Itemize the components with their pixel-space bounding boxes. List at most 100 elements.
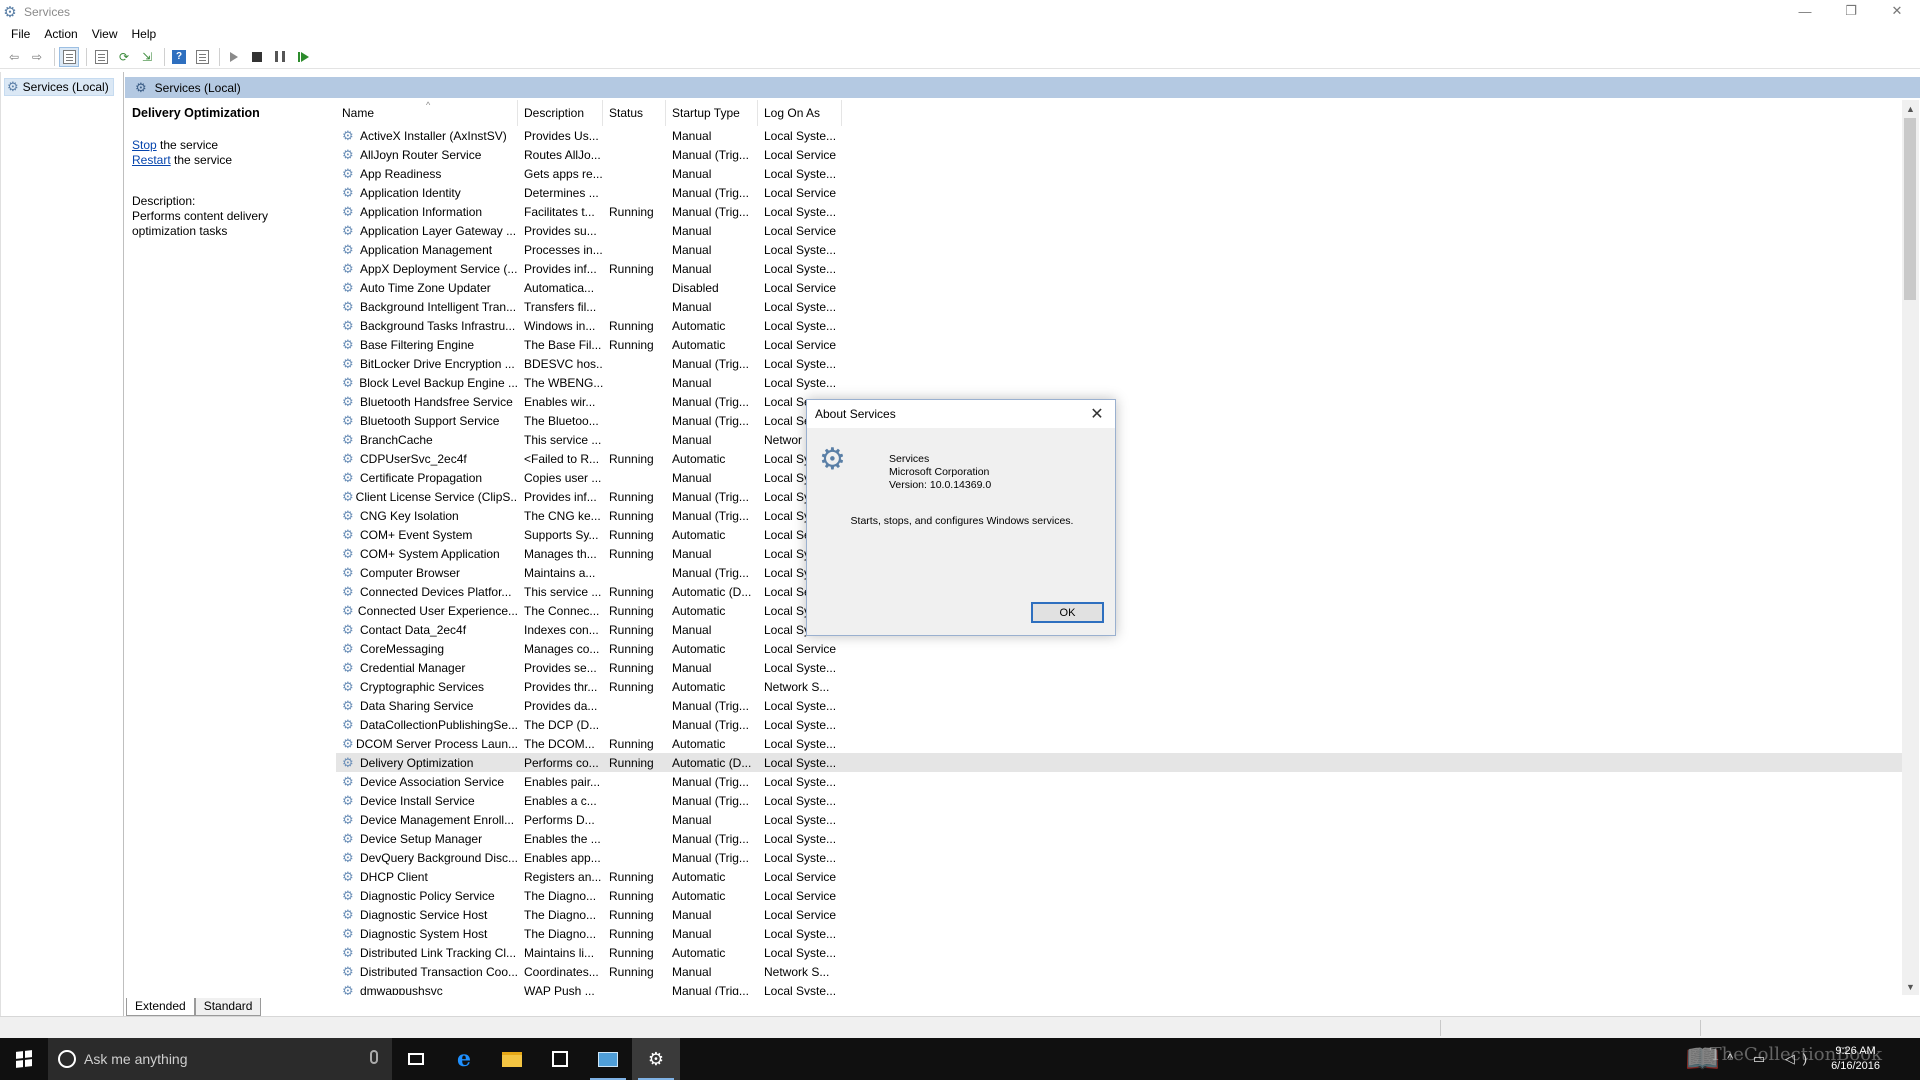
table-row[interactable]: ⚙ Connected User Experience... The Connec.… [336, 601, 1906, 620]
table-row[interactable]: ⚙ Delivery Optimization Performs co... Runn… [336, 753, 1906, 772]
table-row[interactable]: ⚙ Background Tasks Infrastru... Windows in… [336, 316, 1906, 335]
table-row[interactable]: ⚙ Diagnostic Service Host The Diagno... Run… [336, 905, 1906, 924]
menu-help[interactable]: Help [125, 27, 164, 41]
start-button[interactable] [0, 1038, 48, 1080]
ok-button[interactable]: OK [1031, 602, 1104, 623]
service-startup-type: Manual (Trig... [672, 793, 749, 808]
table-row[interactable]: ⚙ Bluetooth Support Service The Bluetoo...… [336, 411, 1906, 430]
table-row[interactable]: ⚙ Bluetooth Handsfree Service Enables wir.… [336, 392, 1906, 411]
column-header-description[interactable]: Description [518, 100, 603, 126]
scroll-down-arrow-icon[interactable]: ▼ [1902, 978, 1919, 995]
show-action-pane-icon[interactable] [192, 47, 212, 67]
table-row[interactable]: ⚙ Client License Service (ClipS... Provide… [336, 487, 1906, 506]
restart-service-icon[interactable] [293, 47, 313, 67]
dialog-close-icon[interactable]: ✕ [1087, 404, 1107, 424]
refresh-icon[interactable]: ⟳ [114, 47, 134, 67]
table-row[interactable]: ⚙ Contact Data_2ec4f Indexes con... Running… [336, 620, 1906, 639]
table-row[interactable]: ⚙ Application Information Facilitates t...… [336, 202, 1906, 221]
table-row[interactable]: ⚙ BitLocker Drive Encryption ... BDESVC ho… [336, 354, 1906, 373]
table-row[interactable]: ⚙ Application Identity Determines ... Manua… [336, 183, 1906, 202]
table-row[interactable]: ⚙ Background Intelligent Tran... Transfers… [336, 297, 1906, 316]
table-row[interactable]: ⚙ DHCP Client Registers an... Running Automa… [336, 867, 1906, 886]
edge-browser-button[interactable]: e [440, 1038, 488, 1080]
table-row[interactable]: ⚙ Diagnostic System Host The Diagno... Runn… [336, 924, 1906, 943]
table-row[interactable]: ⚙ Cryptographic Services Provides thr... Ru… [336, 677, 1906, 696]
menu-action[interactable]: Action [37, 27, 84, 41]
table-row[interactable]: ⚙ COM+ System Application Manages th... Run… [336, 544, 1906, 563]
table-row[interactable]: ⚙ Certificate Propagation Copies user ... M… [336, 468, 1906, 487]
table-row[interactable]: ⚙ Credential Manager Provides se... Running… [336, 658, 1906, 677]
table-row[interactable]: ⚙ Diagnostic Policy Service The Diagno... R… [336, 886, 1906, 905]
table-row[interactable]: ⚙ Device Install Service Enables a c... Man… [336, 791, 1906, 810]
table-row[interactable]: ⚙ AppX Deployment Service (... Provides in… [336, 259, 1906, 278]
table-row[interactable]: ⚙ CNG Key Isolation The CNG ke... Running Ma… [336, 506, 1906, 525]
table-row[interactable]: ⚙ CDPUserSvc_2ec4f <Failed to R... Running A… [336, 449, 1906, 468]
mmc-button[interactable] [584, 1038, 632, 1080]
table-row[interactable]: ⚙ Application Layer Gateway ... Provides s… [336, 221, 1906, 240]
table-row[interactable]: ⚙ Base Filtering Engine The Base Fil... Run… [336, 335, 1906, 354]
service-name: DataCollectionPublishingSe... [359, 717, 518, 732]
tree-item-services-local[interactable]: ⚙ Services (Local) [4, 78, 114, 96]
table-row[interactable]: ⚙ Device Setup Manager Enables the ... Manu… [336, 829, 1906, 848]
properties-icon[interactable] [91, 47, 111, 67]
table-row[interactable]: ⚙ ActiveX Installer (AxInstSV) Provides Us… [336, 126, 1906, 145]
table-row[interactable]: ⚙ Block Level Backup Engine ... The WBENG.… [336, 373, 1906, 392]
table-row[interactable]: ⚙ Connected Devices Platfor... This servic… [336, 582, 1906, 601]
service-name: DCOM Server Process Laun... [355, 736, 518, 751]
dialog-version: Version: 10.0.14369.0 [889, 479, 992, 491]
file-explorer-button[interactable] [488, 1038, 536, 1080]
table-row[interactable]: ⚙ App Readiness Gets apps re... Manual Local… [336, 164, 1906, 183]
table-row[interactable]: ⚙ DevQuery Background Disc... Enables app.… [336, 848, 1906, 867]
table-row[interactable]: ⚙ DataCollectionPublishingSe... The DCP (D… [336, 715, 1906, 734]
show-hide-console-tree-icon[interactable] [59, 46, 79, 67]
tab-standard[interactable]: Standard [194, 998, 262, 1016]
microphone-icon[interactable] [370, 1050, 378, 1064]
table-row[interactable]: ⚙ Device Association Service Enables pair.… [336, 772, 1906, 791]
table-row[interactable]: ⚙ Auto Time Zone Updater Automatica... Disa… [336, 278, 1906, 297]
menu-view[interactable]: View [85, 27, 125, 41]
task-view-button[interactable] [392, 1038, 440, 1080]
table-row[interactable]: ⚙ DCOM Server Process Laun... The DCOM... R… [336, 734, 1906, 753]
table-row[interactable]: ⚙ Computer Browser Maintains a... Manual (T… [336, 563, 1906, 582]
table-row[interactable]: ⚙ Application Management Processes in... Ma… [336, 240, 1906, 259]
table-row[interactable]: ⚙ dmwappushsvc WAP Push ... Manual (Trig...… [336, 981, 1906, 996]
scroll-up-arrow-icon[interactable]: ▲ [1902, 100, 1919, 117]
table-row[interactable]: ⚙ AllJoyn Router Service Routes AllJo... Ma… [336, 145, 1906, 164]
scroll-thumb[interactable] [1904, 118, 1916, 300]
service-log-on-as: Local Syste... [764, 926, 837, 941]
list-header: ^ Name Description Status Startup Type L… [336, 100, 1906, 126]
cortana-search-box[interactable]: Ask me anything [48, 1038, 392, 1080]
menu-file[interactable]: File [4, 27, 37, 41]
column-header-log-on-as[interactable]: Log On As [758, 100, 842, 126]
table-row[interactable]: ⚙ Device Management Enroll... Performs D..… [336, 810, 1906, 829]
start-service-icon[interactable] [224, 47, 244, 67]
minimize-button[interactable]: — [1782, 0, 1828, 22]
back-arrow-icon[interactable]: ⇦ [4, 47, 24, 67]
service-name: COM+ Event System [360, 527, 473, 542]
table-row[interactable]: ⚙ Data Sharing Service Provides da... Manua… [336, 696, 1906, 715]
table-row[interactable]: ⚙ Distributed Link Tracking Cl... Maintain… [336, 943, 1906, 962]
stop-service-icon[interactable] [247, 47, 267, 67]
pause-service-icon[interactable] [270, 47, 290, 67]
store-button[interactable] [536, 1038, 584, 1080]
vertical-scrollbar[interactable]: ▲ ▼ [1902, 100, 1919, 995]
close-button[interactable]: ✕ [1874, 0, 1920, 22]
service-startup-type: Manual [672, 907, 712, 922]
column-header-startup-type[interactable]: Startup Type [666, 100, 758, 126]
restart-service-link[interactable]: Restart [132, 153, 171, 167]
table-row[interactable]: ⚙ BranchCache This service ... Manual Networ [336, 430, 1906, 449]
stop-service-link[interactable]: Stop [132, 138, 157, 152]
toolbar-separator [86, 47, 87, 66]
tab-extended[interactable]: Extended [126, 998, 195, 1016]
export-list-icon[interactable]: ⇲ [137, 47, 157, 67]
forward-arrow-icon[interactable]: ⇨ [27, 47, 47, 67]
table-row[interactable]: ⚙ CoreMessaging Manages co... Running Automa… [336, 639, 1906, 658]
restore-button[interactable]: ❐ [1828, 0, 1874, 22]
column-header-status[interactable]: Status [603, 100, 666, 126]
service-description: Provides thr... [524, 679, 598, 694]
table-row[interactable]: ⚙ COM+ Event System Supports Sy... Running A… [336, 525, 1906, 544]
help-icon[interactable]: ? [169, 47, 189, 67]
services-taskbar-button[interactable]: ⚙ [632, 1038, 680, 1080]
service-name-cell: ⚙ AllJoyn Router Service [336, 147, 518, 163]
table-row[interactable]: ⚙ Distributed Transaction Coo... Coordinat… [336, 962, 1906, 981]
